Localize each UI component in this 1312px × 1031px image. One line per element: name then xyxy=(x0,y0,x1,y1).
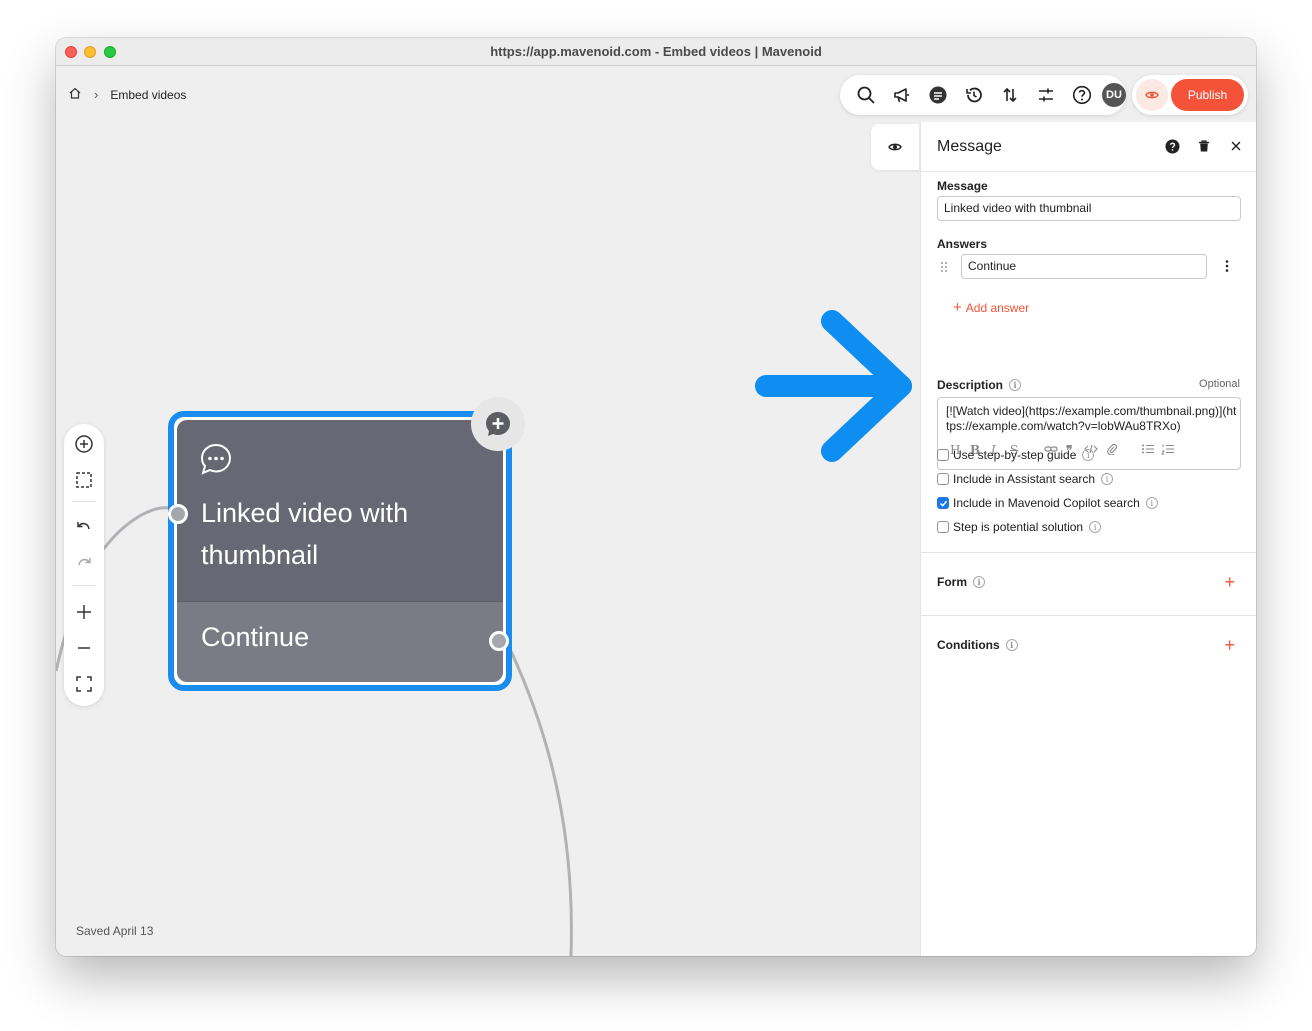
select-area-icon[interactable] xyxy=(68,464,100,496)
avatar[interactable]: DU xyxy=(1102,83,1126,107)
undo-icon[interactable] xyxy=(68,512,100,544)
description-label: Description xyxy=(937,378,1004,392)
flow-canvas[interactable]: › Embed videos Linked video with thumbna… xyxy=(56,66,920,956)
publish-group: Publish xyxy=(1132,75,1248,115)
search-icon[interactable] xyxy=(848,77,884,113)
assistant-search-checkbox-row[interactable]: Include in Assistant search i xyxy=(937,472,1114,486)
info-icon[interactable]: i xyxy=(973,576,985,588)
node-answer-label: Continue xyxy=(201,622,310,652)
sort-icon[interactable] xyxy=(992,77,1028,113)
info-icon[interactable]: i xyxy=(1101,473,1114,485)
answer-output-port[interactable] xyxy=(489,631,509,651)
copilot-search-checkbox[interactable] xyxy=(937,497,949,509)
checkmark-icon xyxy=(939,500,947,507)
potential-solution-label: Step is potential solution xyxy=(953,520,1084,534)
assistant-search-label: Include in Assistant search xyxy=(953,472,1096,486)
zoom-out-icon[interactable] xyxy=(68,632,100,664)
panel-title: Message xyxy=(937,138,1002,155)
zoom-in-icon[interactable] xyxy=(68,596,100,628)
close-icon[interactable] xyxy=(1227,137,1245,155)
more-options-icon[interactable] xyxy=(1225,259,1229,278)
message-label: Message xyxy=(937,179,988,193)
copilot-search-checkbox-row[interactable]: Include in Mavenoid Copilot search i xyxy=(937,496,1158,510)
preview-eye-icon[interactable] xyxy=(1136,79,1168,111)
panel-header: Message xyxy=(921,122,1256,172)
description-text[interactable]: [![Watch video](https://example.com/thum… xyxy=(946,404,1238,434)
potential-solution-checkbox-row[interactable]: Step is potential solution i xyxy=(937,520,1102,534)
conditions-label: Conditions xyxy=(937,638,1000,652)
info-icon[interactable]: i xyxy=(1082,449,1095,461)
top-toolbar: DU xyxy=(840,75,1126,115)
canvas-toolbar xyxy=(64,424,104,706)
add-node-icon[interactable] xyxy=(68,428,100,460)
step-by-step-checkbox-row[interactable]: Use step-by-step guide i xyxy=(937,448,1095,462)
conditions-label-row: Conditions i xyxy=(937,638,1018,652)
info-icon[interactable]: i xyxy=(1009,379,1022,391)
chat-icon[interactable] xyxy=(920,77,956,113)
node-answer-row[interactable]: Continue xyxy=(177,601,503,682)
history-icon[interactable] xyxy=(956,77,992,113)
chevron-right-icon: › xyxy=(94,87,99,102)
app-window: https://app.mavenoid.com - Embed videos … xyxy=(56,38,1256,956)
breadcrumb-current[interactable]: Embed videos xyxy=(110,88,186,102)
form-label-row: Form i xyxy=(937,575,985,589)
description-label-row: Description i xyxy=(937,378,1022,392)
help-icon[interactable] xyxy=(1064,77,1100,113)
help-circle-icon[interactable] xyxy=(1163,137,1181,155)
node-header: Linked video with thumbnail xyxy=(177,420,503,601)
info-icon[interactable]: i xyxy=(1089,521,1102,533)
drag-handle-icon[interactable] xyxy=(940,260,948,278)
step-by-step-checkbox[interactable] xyxy=(937,449,949,461)
fit-view-icon[interactable] xyxy=(68,668,100,700)
potential-solution-checkbox[interactable] xyxy=(937,521,949,533)
answers-label: Answers xyxy=(937,237,988,251)
arrow-annotation xyxy=(755,310,912,462)
sliders-icon[interactable] xyxy=(1028,77,1064,113)
answer-input[interactable]: Continue xyxy=(961,254,1207,279)
step-by-step-label: Use step-by-step guide xyxy=(953,448,1077,462)
conditions-section[interactable]: Conditions i + xyxy=(921,615,1256,678)
bullet-list-icon[interactable] xyxy=(1141,443,1155,458)
message-node[interactable]: Linked video with thumbnail Continue xyxy=(168,411,512,691)
optional-tag: Optional xyxy=(1199,378,1240,390)
add-answer-button[interactable]: + Add answer xyxy=(953,299,1030,316)
toggle-preview-eye-icon[interactable] xyxy=(871,124,919,170)
message-input[interactable]: Linked video with thumbnail xyxy=(937,196,1241,221)
info-icon[interactable]: i xyxy=(1145,497,1158,509)
add-step-button[interactable] xyxy=(471,397,525,451)
plus-icon: + xyxy=(953,299,962,316)
attachment-icon[interactable] xyxy=(1106,443,1118,458)
assistant-search-checkbox[interactable] xyxy=(937,473,949,485)
redo-icon[interactable] xyxy=(68,548,100,580)
copilot-search-label: Include in Mavenoid Copilot search xyxy=(953,496,1140,510)
megaphone-icon[interactable] xyxy=(884,77,920,113)
add-condition-plus-icon[interactable]: + xyxy=(1224,636,1235,654)
properties-panel: Message Message Linked video with thumbn… xyxy=(920,122,1256,956)
home-icon[interactable] xyxy=(68,86,82,103)
node-input-port[interactable] xyxy=(168,504,188,524)
divider xyxy=(72,585,96,586)
divider xyxy=(72,501,96,502)
trash-icon[interactable] xyxy=(1195,137,1213,155)
breadcrumb: › Embed videos xyxy=(68,86,186,103)
save-status: Saved April 13 xyxy=(76,924,154,938)
numbered-list-icon[interactable] xyxy=(1161,443,1175,458)
chat-bubble-icon xyxy=(199,442,233,481)
window-title: https://app.mavenoid.com - Embed videos … xyxy=(490,44,822,59)
node-title: Linked video with thumbnail xyxy=(201,498,409,570)
publish-button[interactable]: Publish xyxy=(1171,79,1244,111)
add-answer-label: Add answer xyxy=(965,301,1030,315)
add-form-plus-icon[interactable]: + xyxy=(1224,573,1235,591)
form-section[interactable]: Form i + xyxy=(921,552,1256,615)
info-icon[interactable]: i xyxy=(1005,639,1018,651)
title-bar: https://app.mavenoid.com - Embed videos … xyxy=(56,38,1256,66)
form-label: Form xyxy=(937,575,967,589)
node-body: Linked video with thumbnail Continue xyxy=(177,420,503,682)
